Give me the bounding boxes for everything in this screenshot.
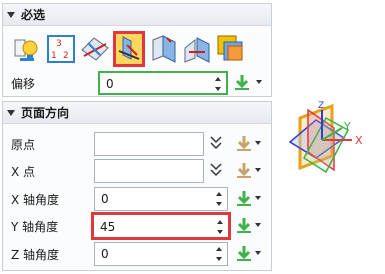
orientation-title: 页面方向 — [21, 106, 70, 120]
mid-plane-button[interactable] — [181, 31, 213, 67]
xangle-input[interactable]: 0 — [94, 187, 228, 211]
perpendicular-plane-button[interactable] — [113, 31, 145, 67]
offset-row: 偏移 0 — [3, 71, 271, 95]
perpendicular-plane-icon — [118, 36, 140, 60]
offset-value: 0 — [106, 77, 114, 91]
zangle-value: 0 — [101, 247, 109, 261]
xangle-label: X 轴角度 — [11, 193, 60, 207]
angle-plane-icon — [152, 35, 176, 63]
xangle-dropdown-icon[interactable] — [255, 196, 261, 200]
plane-line-button[interactable] — [79, 31, 111, 67]
yangle-label: Y 轴角度 — [11, 220, 59, 234]
svg-text:3: 3 — [56, 39, 62, 49]
double-chevron-icon[interactable] — [209, 162, 223, 178]
plane-type-toolbar: 3 1 2 — [11, 31, 247, 69]
xangle-spinner[interactable] — [215, 191, 224, 207]
xangle-value: 0 — [101, 192, 109, 206]
offset-pick-icon[interactable] — [233, 73, 251, 91]
zangle-row: Z 轴角度 0 — [3, 242, 271, 266]
yangle-input[interactable]: 45 — [91, 212, 231, 240]
yangle-spinner[interactable] — [216, 219, 225, 235]
zangle-spinner[interactable] — [215, 246, 224, 262]
y-axis-label: Y — [343, 120, 351, 133]
collapse-icon[interactable] — [7, 11, 15, 18]
offset-label: 偏移 — [11, 77, 36, 91]
zangle-label: Z 轴角度 — [11, 248, 60, 262]
offset-spinner[interactable] — [214, 76, 223, 92]
xpoint-pick-icon[interactable] — [235, 161, 253, 179]
xpoint-dropdown-icon[interactable] — [255, 168, 261, 172]
origin-label: 原点 — [11, 138, 36, 152]
bulb-face-icon — [14, 39, 38, 61]
offset-dropdown-icon[interactable] — [256, 80, 262, 84]
required-panel: 必选 3 1 2 偏移 0 — [2, 3, 272, 97]
yangle-pick-icon[interactable] — [235, 216, 253, 234]
xpoint-label: X 点 — [11, 165, 36, 179]
required-header[interactable]: 必选 — [3, 4, 271, 26]
xpoint-input[interactable] — [94, 159, 204, 183]
double-chevron-icon[interactable] — [209, 135, 223, 151]
collapse-icon[interactable] — [7, 109, 15, 116]
zangle-pick-icon[interactable] — [235, 244, 253, 262]
offset-faces-icon — [217, 35, 243, 61]
origin-pick-icon[interactable] — [235, 134, 253, 152]
xangle-pick-icon[interactable] — [235, 189, 253, 207]
orientation-panel: 页面方向 原点 X 点 X 轴角度 0 Y 轴角度 45 Z 轴角度 0 — [2, 101, 272, 271]
origin-input[interactable] — [94, 132, 204, 156]
angle-plane-button[interactable] — [147, 31, 179, 67]
orientation-header[interactable]: 页面方向 — [3, 102, 271, 124]
required-title: 必选 — [21, 8, 46, 22]
three-point-button[interactable]: 3 1 2 — [45, 31, 77, 67]
svg-text:2: 2 — [63, 51, 69, 61]
mid-plane-icon — [184, 37, 210, 63]
svg-text:1: 1 — [51, 51, 57, 61]
plane-line-icon — [81, 37, 109, 61]
yangle-value: 45 — [100, 220, 116, 234]
origin-row: 原点 — [3, 132, 271, 156]
yangle-row: Y 轴角度 45 — [3, 212, 271, 240]
offset-faces-button[interactable] — [215, 31, 247, 67]
origin-dropdown-icon[interactable] — [255, 141, 261, 145]
zangle-dropdown-icon[interactable] — [255, 251, 261, 255]
z-axis-label: Z — [318, 101, 324, 111]
zangle-input[interactable]: 0 — [94, 242, 228, 266]
bulb-face-button[interactable] — [11, 31, 43, 67]
three-point-icon: 3 1 2 — [47, 35, 75, 63]
yangle-dropdown-icon[interactable] — [255, 223, 261, 227]
offset-input[interactable]: 0 — [98, 71, 228, 95]
xpoint-row: X 点 — [3, 159, 271, 183]
plane-preview: X Y Z — [288, 101, 363, 174]
x-axis-label: X — [355, 134, 363, 147]
xangle-row: X 轴角度 0 — [3, 187, 271, 211]
